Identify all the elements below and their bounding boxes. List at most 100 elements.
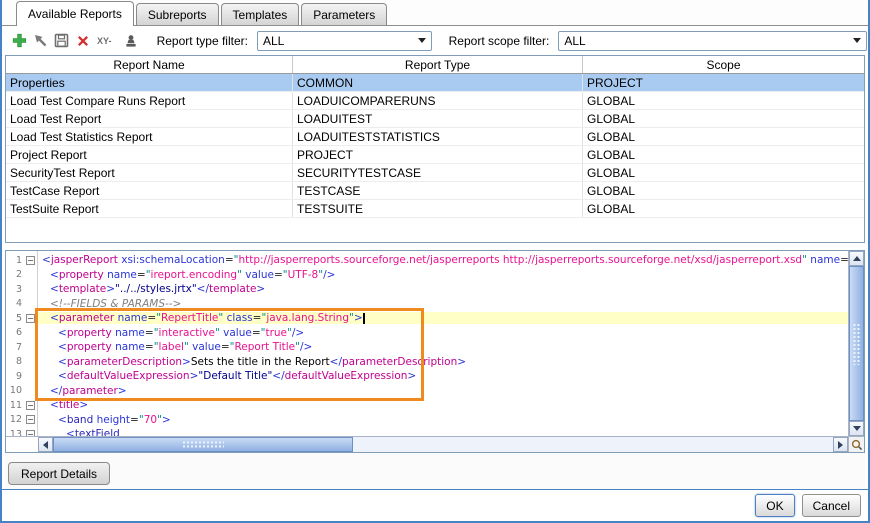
thumb-grip-dots bbox=[182, 440, 224, 449]
table-cell: GLOBAL bbox=[587, 147, 636, 162]
vertical-scrollbar-thumb[interactable] bbox=[849, 266, 864, 421]
code-line[interactable]: 11− <title> bbox=[6, 398, 848, 413]
code-token: label bbox=[158, 341, 184, 354]
code-text: <jasperReport xsi:schemaLocation="http:/… bbox=[38, 254, 848, 266]
code-token: = bbox=[273, 268, 283, 281]
scroll-left-button[interactable] bbox=[38, 437, 53, 452]
editor-vertical-scrollbar[interactable] bbox=[848, 251, 864, 436]
delete-report-button[interactable] bbox=[75, 32, 91, 49]
column-header[interactable]: Scope bbox=[583, 56, 864, 73]
xml-editor[interactable]: 1− <jasperReport xsi:schemaLocation="http… bbox=[5, 250, 865, 453]
table-cell: TestSuite Report bbox=[6, 200, 293, 217]
tab-subreports[interactable]: Subreports bbox=[135, 3, 219, 25]
code-line[interactable]: 8 <parameterDescription>Sets the title in… bbox=[6, 355, 848, 370]
report-scope-filter-combo[interactable]: ALL bbox=[558, 30, 867, 51]
table-row[interactable]: TestCase Report TESTCASE GLOBAL bbox=[6, 182, 864, 200]
line-number: 11 bbox=[9, 399, 22, 411]
clone-report-button[interactable] bbox=[32, 32, 48, 49]
add-report-button[interactable] bbox=[11, 32, 27, 49]
report-details-tab[interactable]: Report Details bbox=[8, 462, 111, 485]
code-line[interactable]: 12− <band height="70"> bbox=[6, 413, 848, 428]
fold-toggle-icon[interactable]: − bbox=[26, 415, 35, 425]
chevron-down-icon bbox=[417, 38, 426, 43]
fold-toggle-icon[interactable]: − bbox=[26, 400, 35, 410]
table-cell: PROJECT bbox=[587, 75, 644, 90]
tab-parameters[interactable]: Parameters bbox=[301, 3, 388, 25]
code-token: < bbox=[58, 326, 67, 339]
table-cell: GLOBAL bbox=[587, 201, 636, 216]
table-cell: PROJECT bbox=[293, 146, 583, 163]
table-row[interactable]: SecurityTest Report SECURITYTESTCASE GLOBA… bbox=[6, 164, 864, 182]
code-token: java.lang.String bbox=[266, 312, 349, 325]
code-line[interactable]: 10 </parameter> bbox=[6, 384, 848, 399]
scroll-right-button[interactable] bbox=[833, 437, 848, 452]
code-line[interactable]: 9 <defaultValueExpression>"Default Title"… bbox=[6, 369, 848, 384]
stamp-button[interactable] bbox=[123, 32, 139, 49]
tab-templates[interactable]: Templates bbox=[220, 3, 300, 25]
code-token: title bbox=[58, 399, 80, 412]
code-line[interactable]: 2 <property name="ireport.encoding" value… bbox=[6, 268, 848, 283]
scrollbar-track[interactable] bbox=[353, 437, 833, 452]
table-cell: TESTCASE bbox=[293, 182, 583, 199]
table-row[interactable]: TestSuite Report TESTSUITE GLOBAL bbox=[6, 200, 864, 218]
save-report-button[interactable] bbox=[54, 32, 70, 49]
ok-button[interactable]: OK bbox=[755, 494, 795, 517]
scroll-up-button[interactable] bbox=[849, 251, 864, 266]
add-report-icon bbox=[12, 33, 26, 48]
code-token: < bbox=[50, 283, 59, 296]
tab-available-reports[interactable]: Available Reports bbox=[16, 1, 134, 26]
code-token: > bbox=[106, 283, 116, 296]
table-row[interactable]: Load Test Report LOADUITEST GLOBAL bbox=[6, 110, 864, 128]
code-text: </parameter> bbox=[38, 385, 848, 397]
code-token: textField bbox=[74, 428, 120, 436]
code-viewport[interactable]: 1− <jasperReport xsi:schemaLocation="http… bbox=[6, 251, 848, 436]
horizontal-scrollbar-thumb[interactable] bbox=[53, 437, 353, 452]
code-line[interactable]: 5− <parameter name="RepertTitle" class="j… bbox=[6, 311, 848, 326]
code-token: /> bbox=[299, 341, 313, 354]
code-line[interactable]: 7 <property name="label" value="Report Ti… bbox=[6, 340, 848, 355]
xy-parameters-button[interactable]: XY- bbox=[96, 32, 112, 49]
table-row[interactable]: Load Test Statistics Report LOADUITESTSTA… bbox=[6, 128, 864, 146]
code-line[interactable]: 13− <textField bbox=[6, 427, 848, 436]
code-lines: 1− <jasperReport xsi:schemaLocation="http… bbox=[6, 251, 848, 436]
code-line[interactable]: 1− <jasperReport xsi:schemaLocation="http… bbox=[6, 253, 848, 268]
code-token: UTF-8 bbox=[287, 268, 319, 281]
fold-toggle-icon[interactable]: − bbox=[26, 429, 35, 436]
report-table-body: Properties COMMON PROJECT Load Test Compare… bbox=[6, 74, 864, 218]
code-token: < bbox=[50, 399, 59, 412]
column-header[interactable]: Report Name bbox=[6, 56, 293, 73]
code-text: <textField bbox=[38, 428, 848, 436]
code-token: property bbox=[58, 268, 104, 281]
table-cell: Load Test Statistics Report bbox=[6, 128, 293, 145]
code-token: parameter bbox=[62, 384, 118, 397]
table-cell: LOADUICOMPARERUNS bbox=[293, 92, 583, 109]
table-row[interactable]: Properties COMMON PROJECT bbox=[6, 74, 864, 92]
column-header[interactable]: Report Type bbox=[293, 56, 583, 73]
table-row[interactable]: Project Report PROJECT GLOBAL bbox=[6, 146, 864, 164]
code-token: = bbox=[251, 326, 261, 339]
table-cell: SECURITYTESTCASE bbox=[293, 164, 583, 181]
cancel-button[interactable]: Cancel bbox=[801, 494, 861, 517]
delete-report-icon bbox=[77, 35, 88, 46]
code-line[interactable]: 4 <!--FIELDS & PARAMS--> bbox=[6, 297, 848, 312]
code-token: = bbox=[130, 413, 139, 426]
scroll-down-button[interactable] bbox=[849, 421, 864, 436]
report-scope-filter-value: ALL bbox=[564, 33, 586, 48]
code-token: property bbox=[66, 326, 112, 339]
code-token: </ bbox=[272, 370, 285, 383]
table-cell: LOADUITEST bbox=[293, 110, 583, 127]
magnifier-button[interactable] bbox=[848, 436, 864, 452]
report-type-filter-combo[interactable]: ALL bbox=[256, 30, 432, 51]
table-cell: TESTSUITE bbox=[293, 200, 583, 217]
stamp-icon bbox=[126, 34, 137, 47]
code-line[interactable]: 6 <property name="interactive" value="tru… bbox=[6, 326, 848, 341]
fold-toggle-icon[interactable]: − bbox=[26, 255, 35, 265]
fold-column: − bbox=[23, 313, 38, 323]
code-token: /> bbox=[291, 326, 305, 339]
code-line[interactable]: 3 <template>"../../styles.jrtx"</template… bbox=[6, 282, 848, 297]
code-text: <parameterDescription>Sets the title in … bbox=[38, 356, 848, 368]
table-row[interactable]: Load Test Compare Runs Report LOADUICOMPA… bbox=[6, 92, 864, 110]
editor-horizontal-scrollbar[interactable] bbox=[6, 436, 848, 452]
fold-toggle-icon[interactable]: − bbox=[26, 313, 35, 323]
code-token: = bbox=[136, 268, 146, 281]
